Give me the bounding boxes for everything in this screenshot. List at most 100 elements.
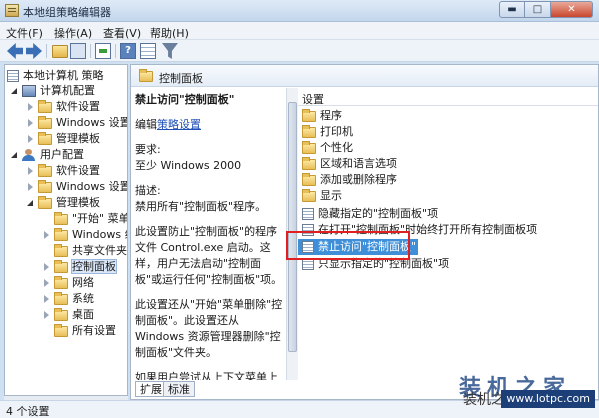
tree-item-user-software-settings[interactable]: 软件设置 — [27, 163, 100, 179]
list-item-add-remove-programs[interactable]: 添加或删除程序 — [298, 172, 598, 188]
folder-icon — [54, 243, 68, 257]
export-list-icon[interactable] — [95, 43, 111, 59]
properties-icon[interactable] — [140, 43, 156, 59]
tree-item-windows-components[interactable]: Windows 组 — [43, 227, 127, 243]
scrollbar-thumb[interactable] — [288, 102, 297, 352]
help-icon[interactable]: ? — [120, 43, 136, 59]
folder-icon — [302, 140, 316, 154]
list-item-programs[interactable]: 程序 — [298, 108, 598, 124]
tree-item-root[interactable]: 本地计算机 策略 — [7, 68, 104, 84]
folder-icon — [38, 131, 52, 145]
expand-closed-icon[interactable] — [27, 119, 35, 127]
tree-item-user-config[interactable]: 用户配置 — [11, 147, 84, 163]
folder-icon — [38, 99, 52, 113]
folder-icon — [54, 227, 68, 241]
tree-item-desktop[interactable]: 桌面 — [43, 307, 94, 323]
policy-editor-icon — [5, 4, 19, 17]
forward-arrow-icon[interactable] — [26, 43, 42, 59]
tree-item-user-admin-templates[interactable]: 管理模板 — [27, 195, 100, 211]
navigation-tree: 本地计算机 策略 计算机配置 软件设置 Windows 设置 管理模板 用户配置… — [4, 64, 128, 396]
section-title: 控制面板 — [159, 72, 203, 85]
tree-item-control-panel[interactable]: 控制面板 — [43, 259, 117, 275]
tree-item-admin-templates[interactable]: 管理模板 — [27, 131, 100, 147]
menu-file[interactable]: 文件(F) — [6, 25, 43, 41]
title-bar: 本地组策略编辑器 ▬ □ ✕ — [0, 0, 599, 22]
folder-icon — [139, 69, 153, 82]
expand-closed-icon[interactable] — [43, 263, 51, 271]
toolbar-separator — [115, 44, 116, 58]
folder-icon — [54, 291, 68, 305]
maximize-button[interactable]: □ — [525, 1, 551, 18]
expand-closed-icon[interactable] — [43, 231, 51, 239]
description-paragraph-2: 此设置还从"开始"菜单删除"控制面板"。此设置还从 Windows 资源管理器删… — [135, 298, 283, 359]
tree-item-all-settings[interactable]: 所有设置 — [43, 323, 116, 339]
folder-icon — [302, 124, 316, 138]
menu-action[interactable]: 操作(A) — [54, 25, 92, 41]
menu-help[interactable]: 帮助(H) — [150, 25, 189, 41]
filter-icon[interactable] — [162, 43, 178, 59]
folder-icon — [38, 195, 52, 209]
expand-closed-icon[interactable] — [43, 311, 51, 319]
user-icon — [22, 149, 36, 161]
list-item-printers[interactable]: 打印机 — [298, 124, 598, 140]
policy-title: 禁止访问"控制面板" — [135, 93, 235, 106]
settings-column-header[interactable]: 设置 — [298, 88, 598, 106]
folder-icon — [38, 163, 52, 177]
policy-icon — [7, 70, 19, 82]
expand-closed-icon[interactable] — [43, 295, 51, 303]
folder-icon — [302, 172, 316, 186]
expand-open-icon[interactable] — [11, 87, 19, 95]
folder-icon — [302, 156, 316, 170]
tree-item-start-menu[interactable]: "开始" 菜单 — [43, 211, 127, 227]
expand-open-icon[interactable] — [27, 199, 35, 207]
menu-view[interactable]: 查看(V) — [103, 25, 141, 41]
expand-open-icon[interactable] — [11, 151, 19, 159]
tree-item-windows-settings[interactable]: Windows 设置 — [27, 115, 127, 131]
highlight-annotation-box — [286, 231, 410, 260]
folder-icon — [54, 323, 68, 337]
expand-closed-icon[interactable] — [27, 103, 35, 111]
tree-item-network[interactable]: 网络 — [43, 275, 94, 291]
tree-item-system[interactable]: 系统 — [43, 291, 94, 307]
list-item-personalization[interactable]: 个性化 — [298, 140, 598, 156]
tree-item-user-windows-settings[interactable]: Windows 设置 — [27, 179, 127, 195]
toolbar-separator — [46, 44, 47, 58]
folder-icon — [54, 211, 68, 225]
tree-item-shared-folders[interactable]: 共享文件夹 — [43, 243, 127, 259]
tree-item-computer-config[interactable]: 计算机配置 — [11, 83, 95, 99]
section-header: 控制面板 — [131, 65, 598, 87]
edit-policy-link[interactable]: 策略设置 — [157, 118, 201, 131]
minimize-button[interactable]: ▬ — [499, 1, 525, 18]
folder-icon — [38, 115, 52, 129]
toolbar-separator — [90, 44, 91, 58]
folder-icon — [302, 108, 316, 122]
folder-icon — [54, 259, 68, 273]
folder-icon — [302, 188, 316, 202]
requirements: 要求: 至少 Windows 2000 — [135, 143, 242, 172]
expand-closed-icon[interactable] — [27, 135, 35, 143]
expand-closed-icon[interactable] — [27, 183, 35, 191]
watermark-url: www.lotpc.com — [501, 390, 595, 408]
list-item-hide-specified[interactable]: 隐藏指定的"控制面板"项 — [298, 206, 598, 222]
list-item-region-language[interactable]: 区域和语言选项 — [298, 156, 598, 172]
list-item-display[interactable]: 显示 — [298, 188, 598, 204]
expand-closed-icon[interactable] — [27, 167, 35, 175]
description-paragraph-1: 此设置防止"控制面板"的程序文件 Control.exe 启动。这样，用户无法启… — [135, 225, 283, 286]
status-text: 4 个设置 — [6, 405, 50, 418]
description-block: 描述: 禁用所有"控制面板"程序。 — [135, 184, 267, 213]
up-folder-icon[interactable] — [52, 45, 68, 58]
close-button[interactable]: ✕ — [551, 1, 593, 18]
tree-item-software-settings[interactable]: 软件设置 — [27, 99, 100, 115]
back-arrow-icon[interactable] — [7, 43, 23, 59]
policy-description: 禁止访问"控制面板" 编辑策略设置 要求: 至少 Windows 2000 描述:… — [135, 92, 287, 380]
tab-standard[interactable]: 标准 — [163, 381, 195, 397]
expand-closed-icon[interactable] — [43, 279, 51, 287]
computer-icon — [22, 85, 36, 97]
folder-icon — [54, 307, 68, 321]
view-tabs: 扩展 标准 — [133, 379, 298, 399]
folder-icon — [54, 275, 68, 289]
policy-setting-icon — [302, 208, 314, 220]
folder-icon — [38, 179, 52, 193]
toolbar: ? — [0, 40, 599, 62]
show-hide-tree-icon[interactable] — [70, 43, 86, 59]
